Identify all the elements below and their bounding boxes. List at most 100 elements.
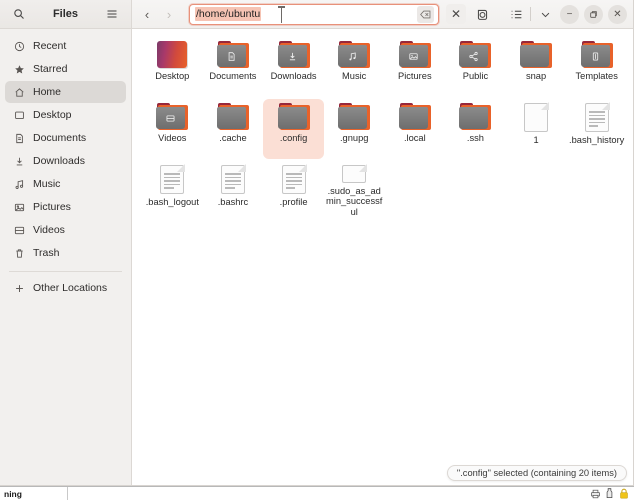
blank-file-icon [524,102,550,132]
file-item-label: .cache [219,133,247,143]
browser-status-bar: ning [0,486,634,500]
chevron-down-icon[interactable] [535,4,555,24]
file-item-label: .bash_history [569,135,625,145]
back-button[interactable]: ‹ [136,3,158,25]
folder-icon [459,41,492,68]
stop-button[interactable]: ✕ [446,4,466,24]
folder-icon [459,103,492,130]
file-item[interactable]: 1 [506,99,567,159]
file-item[interactable]: .profile [263,161,324,221]
sidebar-item-music[interactable]: Music [5,173,126,195]
file-item-label: 1 [533,135,539,145]
lock-icon[interactable] [618,488,629,499]
sidebar-item-other-locations[interactable]: Other Locations [5,277,126,299]
header-bar-sidebar-section: Files [0,0,132,28]
file-item-label: Pictures [398,71,432,81]
plugin-icon[interactable] [604,488,615,499]
sidebar-item-list: Recent Starred Home Desktop Documents Downloa… [0,34,131,265]
file-item-label: .ssh [466,133,484,143]
file-item-label: .profile [279,197,308,207]
file-item[interactable]: .bash_logout [142,161,203,221]
printer-icon[interactable] [590,488,601,499]
sidebar-item-label: Pictures [33,201,71,213]
clock-icon [13,40,26,53]
sidebar-item-label: Videos [33,224,65,236]
image-icon [13,201,26,214]
folder-icon [277,41,310,68]
plus-icon [13,282,26,295]
browser-status-cell-2 [68,487,590,500]
file-item[interactable]: .gnupg [324,99,385,159]
blank-file-icon [342,164,368,183]
file-item[interactable]: Desktop [142,37,203,97]
file-item[interactable]: Templates [566,37,627,97]
folder-icon [216,41,249,68]
text-file-icon [220,164,246,194]
file-item[interactable]: .cache [203,99,264,159]
sidebar-item-downloads[interactable]: Downloads [5,150,126,172]
desktop-icon [13,109,26,122]
file-item-label: Templates [575,71,618,81]
file-item-label: Music [342,71,367,81]
desktop-wallpaper-icon [157,41,188,68]
folder-icon [580,41,613,68]
file-item[interactable]: Music [324,37,385,97]
sidebar-item-trash[interactable]: Trash [5,242,126,264]
file-item-label: .config [279,133,308,143]
video-icon [13,224,26,237]
folder-icon [520,41,553,68]
star-icon [13,63,26,76]
file-item[interactable]: .bash_history [566,99,627,159]
sidebar-item-recent[interactable]: Recent [5,35,126,57]
file-item[interactable]: Documents [203,37,264,97]
forward-button[interactable]: › [158,3,180,25]
view-list-icon[interactable] [506,4,526,24]
sidebar-item-videos[interactable]: Videos [5,219,126,241]
file-item[interactable]: snap [506,37,567,97]
music-icon [13,178,26,191]
text-cursor [278,6,282,23]
file-grid: Desktop Documents Downloads Music Pictures Pu… [132,29,633,221]
sidebar: Recent Starred Home Desktop Documents Downloa… [0,29,132,485]
file-item[interactable]: Downloads [263,37,324,97]
sidebar-item-starred[interactable]: Starred [5,58,126,80]
file-item[interactable]: Pictures [385,37,446,97]
file-item-label: .local [403,133,426,143]
screen: Files ‹ › /home/ubuntu ✕ − ✕ Recent Star… [0,0,634,500]
file-item[interactable]: .bashrc [203,161,264,221]
file-item-label: Videos [158,133,187,143]
minimize-button[interactable]: − [560,4,579,24]
sidebar-item-label: Downloads [33,155,85,167]
folder-glyph-document-icon [217,45,246,67]
file-item[interactable]: Videos [142,99,203,159]
text-file-icon [584,102,610,132]
file-item-label: .bash_logout [145,197,199,207]
close-button[interactable]: ✕ [608,4,627,24]
file-item[interactable]: .sudo_as_admin_successful [324,161,385,221]
search-icon[interactable] [9,4,29,24]
clear-entry-icon[interactable] [417,5,434,23]
sidebar-item-documents[interactable]: Documents [5,127,126,149]
sidebar-item-label: Recent [33,40,67,52]
folder-icon [216,103,249,130]
browser-status-cell-1: ning [0,487,68,500]
sidebar-item-pictures[interactable]: Pictures [5,196,126,218]
folder-icon [398,103,431,130]
folder-glyph-share-icon [459,45,488,67]
file-item[interactable]: .local [385,99,446,159]
sidebar-item-home[interactable]: Home [5,81,126,103]
file-item[interactable]: .ssh [445,99,506,159]
maximize-button[interactable] [584,4,603,24]
file-item[interactable]: .config [263,99,324,159]
sidebar-item-desktop[interactable]: Desktop [5,104,126,126]
toolbar-separator [530,7,531,21]
hamburger-menu-icon[interactable] [102,4,122,24]
sidebar-item-label: Other Locations [33,282,108,294]
file-view[interactable]: Desktop Documents Downloads Music Pictures Pu… [132,29,633,485]
reload-icon[interactable] [472,4,492,24]
file-item-label: .sudo_as_admin_successful [326,185,383,217]
window-body: Recent Starred Home Desktop Documents Downloa… [0,29,633,485]
folder-glyph-image-icon [399,45,428,67]
location-entry[interactable]: /home/ubuntu [189,3,439,25]
file-item[interactable]: Public [445,37,506,97]
